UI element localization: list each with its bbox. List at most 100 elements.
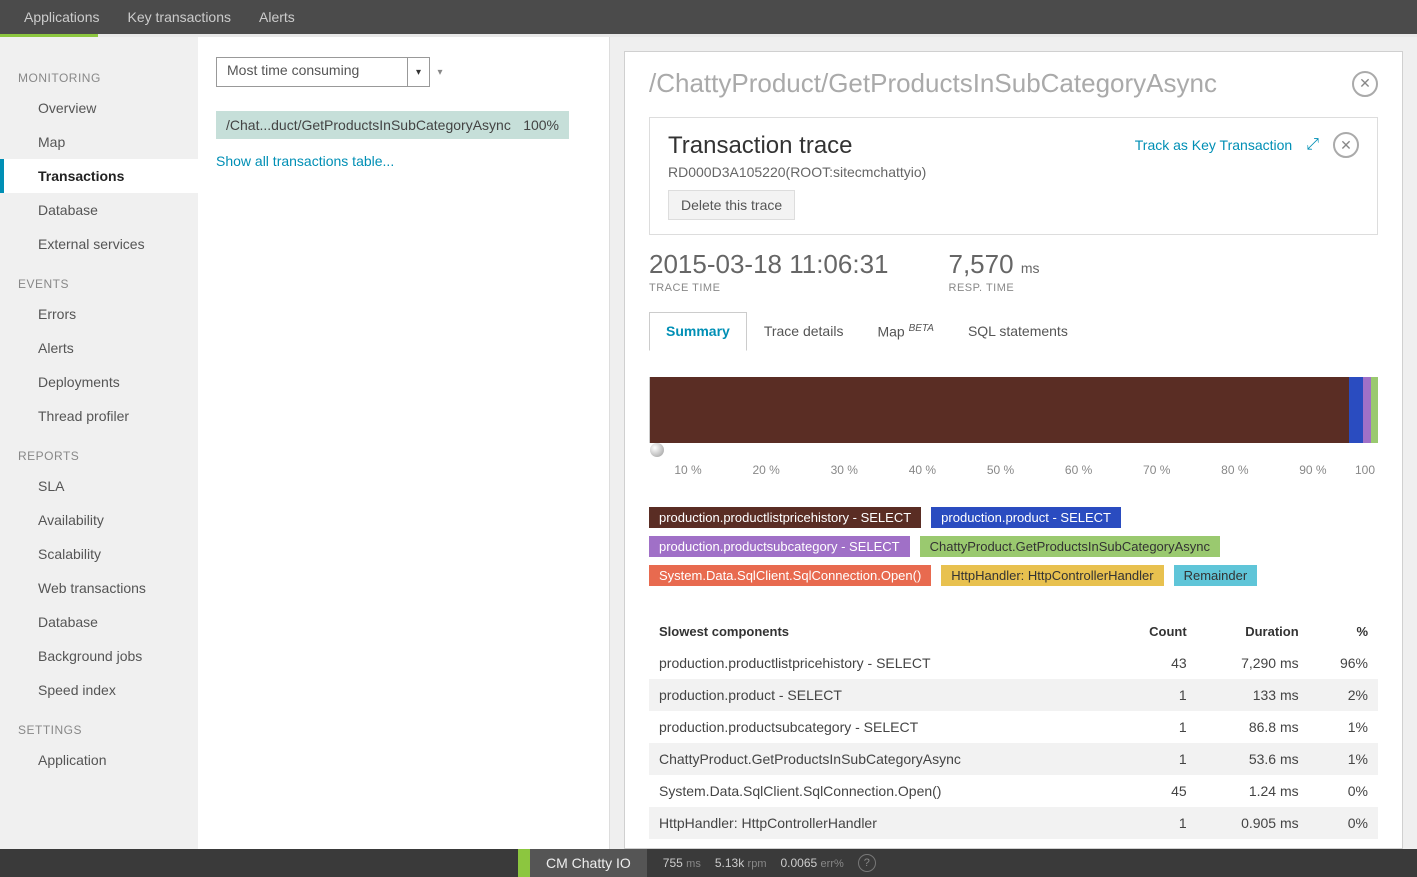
trace-time-value: 2015-03-18 11:06:31	[649, 249, 889, 280]
detail-pane: /ChattyProduct/GetProductsInSubCategoryA…	[610, 37, 1417, 849]
legend-item[interactable]: production.productsubcategory - SELECT	[649, 536, 910, 557]
table-header-pct: %	[1309, 616, 1378, 647]
resp-time-value: 7,570 ms	[949, 249, 1040, 280]
sidebar-item-database[interactable]: Database	[0, 605, 198, 639]
table-row[interactable]: HttpHandler: HttpControllerHandler10.905…	[649, 807, 1378, 839]
transaction-name: /Chat...duct/GetProductsInSubCategoryAsy…	[226, 117, 511, 133]
table-cell-duration: 1.73 ms	[1197, 839, 1309, 849]
table-cell-name: production.productsubcategory - SELECT	[649, 711, 1114, 743]
table-row[interactable]: production.product - SELECT1133 ms2%	[649, 679, 1378, 711]
sidebar-item-external-services[interactable]: External services	[0, 227, 198, 261]
table-cell-name: HttpHandler: HttpControllerHandler	[649, 807, 1114, 839]
table-cell-duration: 133 ms	[1197, 679, 1309, 711]
table-row[interactable]: ChattyProduct.GetProductsInSubCategoryAs…	[649, 743, 1378, 775]
trace-chart: 10 %20 %30 %40 %50 %60 %70 %80 %90 %100	[649, 377, 1378, 477]
chart-segment	[1349, 377, 1364, 443]
table-cell-count: 1	[1114, 839, 1197, 849]
footer-app-name[interactable]: CM Chatty IO	[530, 849, 647, 877]
sidebar-item-application[interactable]: Application	[0, 743, 198, 777]
sidebar-item-speed-index[interactable]: Speed index	[0, 673, 198, 707]
tab-map[interactable]: Map BETA	[860, 312, 951, 351]
table-cell-pct: 0%	[1309, 775, 1378, 807]
chart-xaxis: 10 %20 %30 %40 %50 %60 %70 %80 %90 %100	[649, 463, 1378, 477]
legend-item[interactable]: ChattyProduct.GetProductsInSubCategoryAs…	[920, 536, 1220, 557]
chart-tick: 70 %	[1118, 463, 1196, 477]
tab-sql[interactable]: SQL statements	[951, 312, 1085, 351]
nav-key-transactions[interactable]: Key transactions	[114, 9, 246, 25]
chevron-down-icon: ▾	[407, 58, 429, 86]
table-cell-pct: 96%	[1309, 647, 1378, 679]
sidebar-item-web-transactions[interactable]: Web transactions	[0, 571, 198, 605]
legend-item[interactable]: HttpHandler: HttpControllerHandler	[941, 565, 1163, 586]
chart-segment	[1371, 377, 1378, 443]
sidebar-item-transactions[interactable]: Transactions	[0, 159, 198, 193]
table-row[interactable]: Remainder11.73 ms0%	[649, 839, 1378, 849]
sidebar-item-alerts[interactable]: Alerts	[0, 331, 198, 365]
chart-legend: production.productlistpricehistory - SEL…	[649, 507, 1378, 586]
sort-select[interactable]: Most time consuming ▾	[216, 57, 430, 87]
table-cell-name: System.Data.SqlClient.SqlConnection.Open…	[649, 775, 1114, 807]
table-row[interactable]: production.productlistpricehistory - SEL…	[649, 647, 1378, 679]
table-cell-duration: 86.8 ms	[1197, 711, 1309, 743]
table-header-count: Count	[1114, 616, 1197, 647]
sidebar-item-background-jobs[interactable]: Background jobs	[0, 639, 198, 673]
sidebar-item-thread-profiler[interactable]: Thread profiler	[0, 399, 198, 433]
sidebar-section-title: SETTINGS	[0, 707, 198, 743]
legend-item[interactable]: production.productlistpricehistory - SEL…	[649, 507, 921, 528]
delete-trace-button[interactable]: Delete this trace	[668, 190, 795, 220]
table-cell-name: production.product - SELECT	[649, 679, 1114, 711]
table-header-name: Slowest components	[649, 616, 1114, 647]
table-cell-count: 1	[1114, 679, 1197, 711]
sidebar-item-errors[interactable]: Errors	[0, 297, 198, 331]
tab-trace-details[interactable]: Trace details	[747, 312, 861, 351]
sidebar-item-sla[interactable]: SLA	[0, 469, 198, 503]
legend-item[interactable]: production.product - SELECT	[931, 507, 1121, 528]
expand-icon[interactable]: ⤢	[1306, 136, 1319, 154]
sidebar-item-database[interactable]: Database	[0, 193, 198, 227]
sidebar-item-scalability[interactable]: Scalability	[0, 537, 198, 571]
trace-tabs: Summary Trace details Map BETA SQL state…	[649, 312, 1378, 351]
chart-tick: 10 %	[649, 463, 727, 477]
sidebar-section-title: MONITORING	[0, 55, 198, 91]
close-icon[interactable]: ✕	[1352, 71, 1378, 97]
table-cell-count: 1	[1114, 807, 1197, 839]
chart-tick: 100	[1352, 463, 1378, 477]
trace-header: Transaction trace RD000D3A105220(ROOT:si…	[649, 117, 1378, 235]
chart-tick: 30 %	[805, 463, 883, 477]
top-nav: Applications Key transactions Alerts	[0, 0, 1417, 34]
chart-tick: 90 %	[1274, 463, 1352, 477]
legend-item[interactable]: Remainder	[1174, 565, 1258, 586]
footer-accent	[518, 849, 530, 877]
sidebar-item-map[interactable]: Map	[0, 125, 198, 159]
table-row[interactable]: production.productsubcategory - SELECT18…	[649, 711, 1378, 743]
chart-tick: 50 %	[961, 463, 1039, 477]
footer-ms: 755 ms	[663, 856, 701, 870]
table-cell-pct: 1%	[1309, 743, 1378, 775]
table-header-duration: Duration	[1197, 616, 1309, 647]
table-cell-count: 1	[1114, 743, 1197, 775]
close-trace-icon[interactable]: ✕	[1333, 132, 1359, 158]
tab-summary[interactable]: Summary	[649, 312, 747, 351]
table-cell-pct: 2%	[1309, 679, 1378, 711]
trace-subtitle: RD000D3A105220(ROOT:sitecmchattyio)	[668, 164, 926, 180]
table-cell-count: 1	[1114, 711, 1197, 743]
chart-tick: 60 %	[1040, 463, 1118, 477]
table-cell-duration: 53.6 ms	[1197, 743, 1309, 775]
transaction-row[interactable]: /Chat...duct/GetProductsInSubCategoryAsy…	[216, 111, 569, 139]
chart-segment	[650, 377, 1349, 443]
chevron-down-icon[interactable]: ▾	[430, 67, 450, 78]
breadcrumb: /ChattyProduct/GetProductsInSubCategoryA…	[649, 68, 1217, 99]
help-icon[interactable]: ?	[858, 854, 876, 872]
slider-thumb-icon[interactable]	[650, 443, 664, 457]
table-row[interactable]: System.Data.SqlClient.SqlConnection.Open…	[649, 775, 1378, 807]
nav-applications[interactable]: Applications	[10, 9, 114, 25]
legend-item[interactable]: System.Data.SqlClient.SqlConnection.Open…	[649, 565, 931, 586]
footer-bar: CM Chatty IO 755 ms 5.13k rpm 0.0065 err…	[0, 849, 1417, 877]
sidebar-item-overview[interactable]: Overview	[0, 91, 198, 125]
nav-alerts[interactable]: Alerts	[245, 9, 309, 25]
sidebar-item-deployments[interactable]: Deployments	[0, 365, 198, 399]
sidebar-item-availability[interactable]: Availability	[0, 503, 198, 537]
show-all-link[interactable]: Show all transactions table...	[216, 153, 609, 169]
track-key-link[interactable]: Track as Key Transaction	[1135, 137, 1292, 153]
transaction-pct: 100%	[523, 117, 559, 133]
